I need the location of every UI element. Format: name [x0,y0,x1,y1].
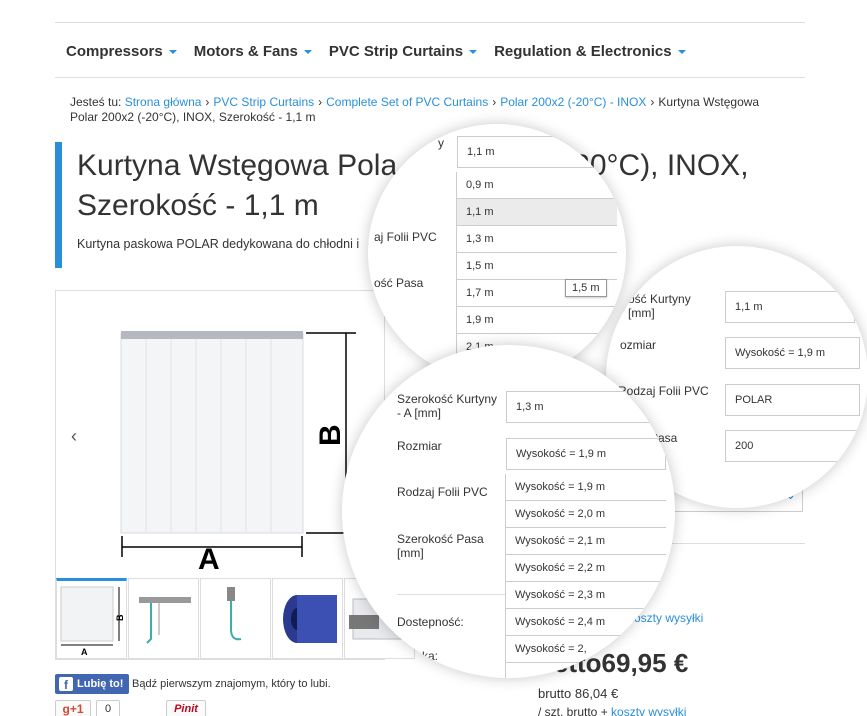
nav-item-motors-fans[interactable]: Motors & Fans [194,40,312,62]
caret-down-icon [168,50,177,54]
breadcrumb: Jesteś tu: Strona główna › PVC Strip Curta… [70,95,770,125]
dimension-a-label: A [198,543,220,571]
width-field[interactable]: 1,3 m [506,391,666,423]
title-accent-bar [55,142,62,268]
availability-label: Dostepność: [397,615,464,629]
foil-label-fragment: aj Folii PVC [374,230,437,244]
thumbnail-2[interactable] [128,578,199,659]
width-select[interactable]: 1,1 m [457,136,617,168]
size-label-fragment: ozmiar [620,338,657,352]
breadcrumb-separator: › [492,95,497,109]
facebook-icon: f [59,677,73,691]
caret-down-icon [303,50,312,54]
curtain-image: A B [120,331,356,571]
breadcrumb-link-pvc[interactable]: PVC Strip Curtains [213,95,314,109]
size-option[interactable]: Wysokość = 2,3 m [506,582,666,609]
width-label-fragment: ość Kurtyny [mm] [628,292,691,320]
width-option[interactable]: 1,3 m [457,226,617,253]
nav-label: Regulation & Electronics [494,42,672,60]
size-option[interactable]: Wysokość = 2,0 m [506,501,666,528]
pinterest-button[interactable]: Pinit [166,700,206,716]
nav-label: Motors & Fans [193,42,298,60]
google-plus-button[interactable]: g+1 [55,700,91,716]
nav-item-compressors[interactable]: Compressors [66,40,177,62]
main-nav: Compressors Motors & Fans PVC Strip Curt… [66,40,686,62]
size-field[interactable]: Wysokość = 1,9 m [725,337,860,369]
mounting-bracket-image [139,597,191,644]
size-option[interactable]: Wysokość = 2, [506,636,666,663]
caret-down-icon [469,50,478,54]
nav-label: PVC Strip Curtains [328,42,464,60]
width-option[interactable]: 1,9 m [457,307,617,334]
foil-field[interactable]: POLAR [725,384,860,416]
thumbnail-curtain-image: A B [60,586,125,657]
size-option[interactable]: Wysokość = 1,9 m [506,474,666,501]
hook-image [227,587,242,641]
size-option[interactable]: Wysokość = 2,2 m [506,555,666,582]
thumbnail-1[interactable]: A B [56,578,127,659]
price-gross: brutto 86,04 € [538,686,619,701]
width-label: Szerokość Kurtyny - A [mm] [397,392,498,420]
strip-label-fragment: ość Pasa [374,276,424,290]
product-gallery: ‹ A B A B [55,290,415,660]
form-divider [397,594,507,595]
title-line2: Szerokość - 1,1 m [77,189,319,222]
facebook-like-button[interactable]: f Lubię to! [55,674,130,694]
foil-roll-image [283,595,337,643]
width-option[interactable]: 1,5 m [457,253,617,280]
title-line1: Kurtyna Wstęgowa Pola [77,149,398,182]
nav-item-regulation-electronics[interactable]: Regulation & Electronics [494,40,686,62]
breadcrumb-link-home[interactable]: Strona główna [125,95,202,109]
thumbnail-3[interactable] [200,578,271,659]
nav-divider [55,77,805,78]
magnifier-width-dropdown: y 1,1 m 0,9 m 1,1 m 1,3 m 1,5 m 1,7 m 1,… [368,124,626,382]
foil-label: Rodzaj Folii PVC [397,485,488,499]
size-option[interactable]: Wysokość = 2,4 m [506,609,666,636]
like-text: Bądź pierwszym znajomym, który to lubi. [132,678,331,690]
size-select[interactable]: Wysokość = 1,9 m [506,438,666,470]
caret-down-icon [677,50,686,54]
price-unit-prefix: / szt. brutto + [538,705,612,716]
like-button-label: Lubię to! [77,678,124,690]
width-label-fragment: y [438,136,444,150]
option-tooltip: 1,5 m [565,279,607,297]
breadcrumb-link-polar[interactable]: Polar 200x2 (-20°C) - INOX [500,95,646,109]
width-field[interactable]: 1,1 m [725,291,855,323]
chevron-left-icon[interactable]: ‹ [71,426,77,447]
width-option-selected[interactable]: 1,1 m [457,199,617,226]
size-option[interactable]: Wysokość = 2,1 m [506,528,666,555]
top-divider [55,22,805,23]
breadcrumb-separator: › [318,95,323,109]
thumb-dim-a: A [81,647,88,657]
product-subtitle: Kurtyna paskowa POLAR dedykowana do chło… [77,237,360,251]
breadcrumb-separator: › [205,95,210,109]
price-shipping-link[interactable]: koszty wysyłki [611,705,686,716]
width-option[interactable]: 0,9 m [457,172,617,199]
magnifier-size-dropdown: Szerokość Kurtyny - A [mm] 1,3 m Rozmiar… [342,345,675,678]
thumbnail-4[interactable] [272,578,343,659]
breadcrumb-separator: › [650,95,655,109]
breadcrumb-label: Jesteś tu: [70,95,122,109]
nav-item-pvc-strip-curtains[interactable]: PVC Strip Curtains [328,40,478,62]
price-unit: / szt. brutto + koszty wysyłki [538,705,686,716]
size-label: Rozmiar [397,439,442,453]
nav-label: Compressors [66,42,163,60]
quantity-label-fragment: ka: [422,649,439,663]
dimension-b-label: B [314,424,347,446]
google-plus-count: 0 [96,700,120,716]
strip-field[interactable]: 200 [725,430,860,462]
strip-label: Szerokość Pasa [mm] [397,532,484,560]
thumb-dim-b: B [115,614,125,621]
breadcrumb-link-complete-set[interactable]: Complete Set of PVC Curtains [326,95,488,109]
